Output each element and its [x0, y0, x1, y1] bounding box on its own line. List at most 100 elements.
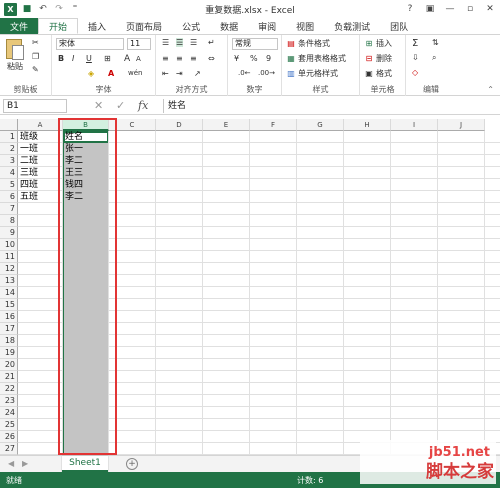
fill-icon[interactable]: ⇩ [412, 53, 419, 62]
name-box[interactable]: B1 [3, 99, 67, 113]
row-header[interactable]: 15 [0, 299, 18, 311]
sheet-tab-sheet1[interactable]: Sheet1 [62, 456, 108, 472]
number-format-select[interactable]: 常规 [232, 38, 278, 50]
redo-icon[interactable]: ↷ [53, 3, 65, 15]
cell-b1[interactable]: 姓名 [63, 131, 109, 143]
wrap-text-icon[interactable]: ↵ [208, 38, 215, 47]
cell-b3[interactable]: 李二 [63, 155, 109, 167]
enter-formula-button[interactable]: ✓ [116, 99, 125, 112]
row-header[interactable]: 13 [0, 275, 18, 287]
row-header[interactable]: 7 [0, 203, 18, 215]
fill-color-icon[interactable]: ◈ [88, 69, 94, 78]
orientation-icon[interactable]: ↗ [194, 69, 201, 78]
cancel-formula-button[interactable]: ✕ [94, 99, 103, 112]
help-button[interactable]: ? [400, 0, 420, 18]
borders-icon[interactable]: ⊞ [104, 54, 111, 63]
font-size-select[interactable]: 11 [127, 38, 151, 50]
column-header-e[interactable]: E [203, 119, 250, 131]
insert-button[interactable]: ⊞ 插入 [364, 38, 392, 49]
cell-b4[interactable]: 王三 [63, 167, 109, 179]
tab-review[interactable]: 审阅 [248, 18, 286, 34]
row-header[interactable]: 6 [0, 191, 18, 203]
row-header[interactable]: 14 [0, 287, 18, 299]
cell-a3[interactable]: 二班 [18, 155, 63, 167]
column-header-f[interactable]: F [250, 119, 297, 131]
row-header[interactable]: 18 [0, 335, 18, 347]
cell-a4[interactable]: 三班 [18, 167, 63, 179]
tab-data[interactable]: 数据 [210, 18, 248, 34]
undo-icon[interactable]: ↶ [37, 3, 49, 15]
paste-button[interactable]: 粘贴 [7, 61, 23, 72]
column-header-b[interactable]: B [63, 119, 109, 131]
align-middle-icon[interactable]: ☰ [176, 38, 184, 47]
worksheet-grid[interactable]: A B C D E F G H I J 1 2 3 4 5 6 7 8 9 10 11 12 13 14 15 16 17 18 19 2… [0, 119, 500, 455]
cell-styles-button[interactable]: ▥ 单元格样式 [286, 68, 338, 79]
format-painter-icon[interactable]: ✎ [32, 65, 39, 74]
row-header[interactable]: 4 [0, 167, 18, 179]
decrease-decimal-icon[interactable]: .00→ [258, 69, 275, 77]
row-header[interactable]: 3 [0, 155, 18, 167]
column-header-d[interactable]: D [156, 119, 203, 131]
row-header[interactable]: 8 [0, 215, 18, 227]
align-right-icon[interactable]: ≡ [190, 54, 197, 63]
column-header-c[interactable]: C [109, 119, 156, 131]
row-header[interactable]: 1 [0, 131, 18, 143]
row-header[interactable]: 20 [0, 359, 18, 371]
delete-button[interactable]: ⊟ 删除 [364, 53, 392, 64]
row-header[interactable]: 21 [0, 371, 18, 383]
column-header-g[interactable]: G [297, 119, 344, 131]
grow-font-button[interactable]: A [124, 54, 130, 64]
row-header[interactable]: 11 [0, 251, 18, 263]
autosum-button[interactable]: Σ [412, 38, 418, 49]
column-header-a[interactable]: A [18, 119, 63, 131]
tab-view[interactable]: 视图 [286, 18, 324, 34]
row-header[interactable]: 5 [0, 179, 18, 191]
paste-icon[interactable] [6, 39, 24, 60]
increase-decimal-icon[interactable]: .0← [238, 69, 251, 77]
font-color-button[interactable]: A [108, 69, 114, 78]
cut-icon[interactable]: ✂ [32, 38, 39, 47]
increase-indent-icon[interactable]: ⇥ [176, 69, 183, 78]
row-header[interactable]: 25 [0, 419, 18, 431]
cell-a6[interactable]: 五班 [18, 191, 63, 203]
insert-function-button[interactable]: fx [138, 99, 148, 112]
cell-a2[interactable]: 一班 [18, 143, 63, 155]
row-header[interactable]: 16 [0, 311, 18, 323]
minimize-button[interactable]: — [440, 0, 460, 18]
row-header[interactable]: 23 [0, 395, 18, 407]
collapse-ribbon-icon[interactable]: ⌃ [487, 85, 494, 94]
row-header[interactable]: 22 [0, 383, 18, 395]
tab-page-layout[interactable]: 页面布局 [116, 18, 172, 34]
row-header[interactable]: 24 [0, 407, 18, 419]
align-left-icon[interactable]: ≡ [162, 54, 169, 63]
column-header-i[interactable]: I [391, 119, 438, 131]
align-top-icon[interactable]: ☰ [162, 38, 169, 47]
column-header-h[interactable]: H [344, 119, 391, 131]
find-select-icon[interactable]: ⌕ [432, 53, 436, 63]
phonetic-button[interactable]: wén [128, 69, 142, 77]
prev-sheet-button[interactable]: ◀ [8, 459, 14, 468]
cell-b5[interactable]: 钱四 [63, 179, 109, 191]
cell-b2[interactable]: 张一 [63, 143, 109, 155]
align-bottom-icon[interactable]: ☰ [190, 38, 197, 47]
add-sheet-button[interactable]: + [126, 458, 138, 470]
next-sheet-button[interactable]: ▶ [22, 459, 28, 468]
row-header[interactable]: 19 [0, 347, 18, 359]
row-header[interactable]: 26 [0, 431, 18, 443]
align-center-icon[interactable]: ≡ [176, 54, 183, 63]
close-button[interactable]: ✕ [480, 0, 500, 18]
sort-filter-icon[interactable]: ⇅ [432, 38, 439, 47]
row-header[interactable]: 17 [0, 323, 18, 335]
format-as-table-button[interactable]: ▦ 套用表格格式 [286, 53, 346, 64]
tab-home[interactable]: 开始 [38, 18, 79, 34]
tab-team[interactable]: 团队 [380, 18, 418, 34]
cell-a5[interactable]: 四班 [18, 179, 63, 191]
row-header[interactable]: 10 [0, 239, 18, 251]
cell-a1[interactable]: 班级 [18, 131, 63, 143]
currency-icon[interactable]: ¥ [234, 54, 239, 63]
cell-b6[interactable]: 李二 [63, 191, 109, 203]
font-name-select[interactable]: 宋体 [56, 38, 124, 50]
underline-button[interactable]: U [86, 54, 92, 63]
decrease-indent-icon[interactable]: ⇤ [162, 69, 169, 78]
conditional-format-button[interactable]: ▤ 条件格式 [286, 38, 330, 49]
